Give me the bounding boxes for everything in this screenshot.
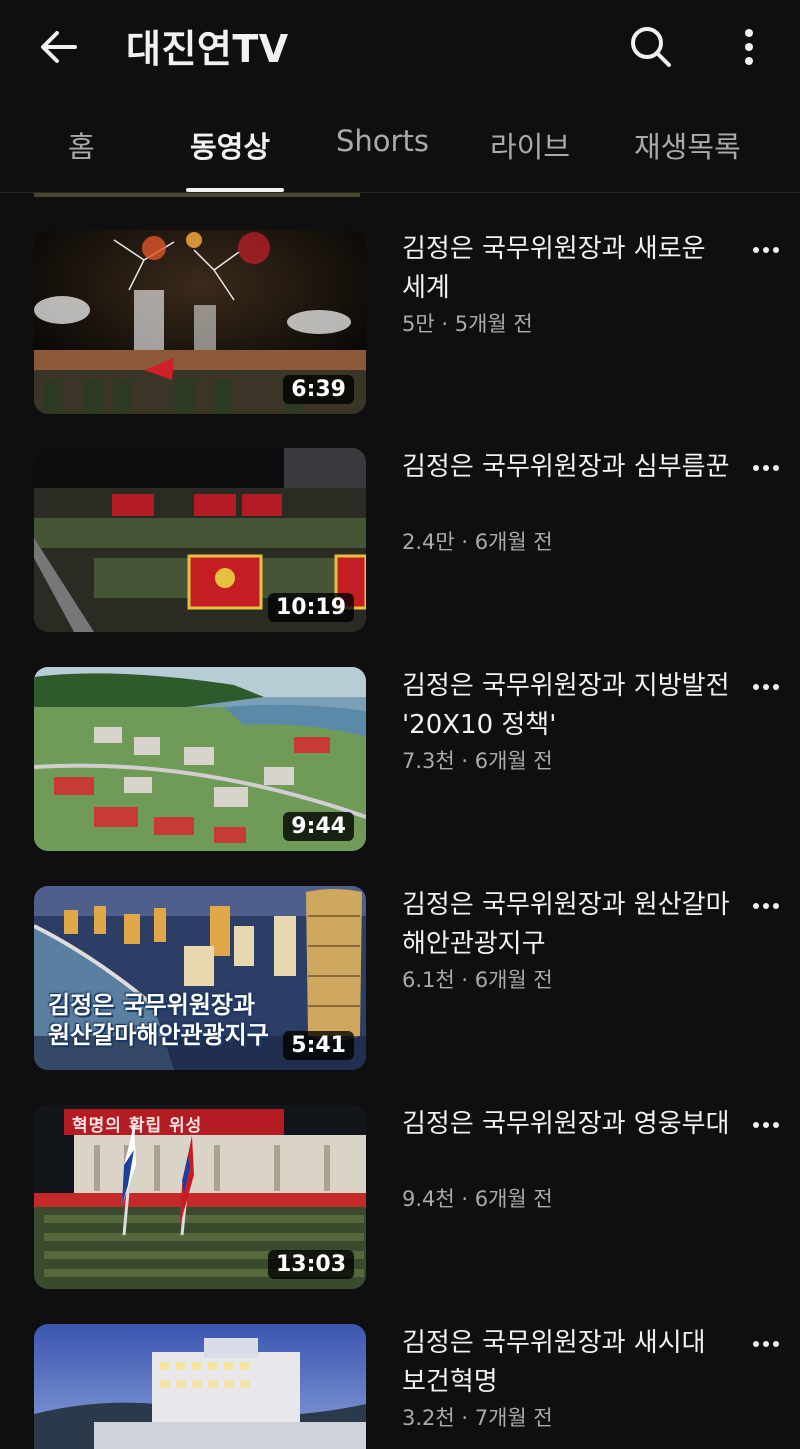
- video-meta: 9.4천 · 6개월 전: [402, 1187, 553, 1211]
- active-tab-indicator: [186, 188, 284, 192]
- search-icon: [631, 27, 671, 67]
- video-item[interactable]: 6:39 김정은 국무위원장과 새로운 세계 5만 · 5개월 전: [0, 230, 800, 420]
- video-title[interactable]: 김정은 국무위원장과 심부름꾼: [402, 448, 732, 487]
- video-duration: 13:03: [267, 1250, 354, 1279]
- more-options-button[interactable]: [726, 20, 772, 74]
- tab-home[interactable]: 홈: [68, 124, 95, 166]
- video-meta: 2.4만 · 6개월 전: [402, 530, 553, 554]
- video-title[interactable]: 김정은 국무위원장과 새로운 세계: [402, 230, 732, 308]
- video-item[interactable]: 김정은 국무위원장과 새시대 보건혁명 3.2천 · 7개월 전: [0, 1324, 800, 1449]
- tab-playlists[interactable]: 재생목록: [634, 124, 741, 166]
- channel-title: 대진연TV: [126, 27, 289, 71]
- video-more-button[interactable]: [748, 888, 784, 924]
- video-more-button[interactable]: [748, 1107, 784, 1143]
- video-duration: 5:41: [283, 1031, 354, 1060]
- tab-videos[interactable]: 동영상: [190, 124, 270, 166]
- video-more-button[interactable]: [748, 450, 784, 486]
- thumbnail-caption: 김정은 국무위원장과 원산갈마해안관광지구: [48, 991, 269, 1049]
- video-duration: 10:19: [267, 593, 354, 622]
- video-more-button[interactable]: [748, 1326, 784, 1362]
- video-thumbnail[interactable]: 10:19: [34, 448, 366, 632]
- more-horizontal-icon: [753, 247, 779, 253]
- video-meta: 3.2천 · 7개월 전: [402, 1406, 553, 1430]
- video-thumbnail[interactable]: [34, 1324, 366, 1449]
- back-button[interactable]: [34, 22, 84, 72]
- more-horizontal-icon: [753, 684, 779, 690]
- tab-live[interactable]: 라이브: [490, 124, 570, 166]
- video-meta: 7.3천 · 6개월 전: [402, 749, 553, 773]
- video-title[interactable]: 김정은 국무위원장과 영웅부대: [402, 1105, 732, 1144]
- more-vertical-icon: [745, 29, 753, 65]
- video-title[interactable]: 김정은 국무위원장과 지방발전 '20X10 정책': [402, 667, 732, 745]
- tab-shorts[interactable]: Shorts: [336, 124, 429, 158]
- video-more-button[interactable]: [748, 232, 784, 268]
- more-horizontal-icon: [753, 1122, 779, 1128]
- search-button[interactable]: [624, 20, 678, 74]
- thumbnail-banner: 혁명의 확립 위성: [72, 1116, 203, 1136]
- video-more-button[interactable]: [748, 669, 784, 705]
- video-title[interactable]: 김정은 국무위원장과 새시대 보건혁명: [402, 1324, 732, 1402]
- video-item[interactable]: 혁명의 확립 위성 13:03 김정은 국무위원장과 영웅부대 9.4천 · 6…: [0, 1105, 800, 1295]
- video-item[interactable]: 9:44 김정은 국무위원장과 지방발전 '20X10 정책' 7.3천 · 6…: [0, 667, 800, 857]
- video-duration: 6:39: [283, 375, 354, 404]
- video-thumbnail[interactable]: 김정은 국무위원장과 원산갈마해안관광지구 5:41: [34, 886, 366, 1070]
- more-horizontal-icon: [753, 903, 779, 909]
- video-thumbnail[interactable]: 9:44: [34, 667, 366, 851]
- video-thumbnail[interactable]: 혁명의 확립 위성 13:03: [34, 1105, 366, 1289]
- arrow-left-icon: [41, 31, 77, 63]
- channel-tabs: 홈 동영상 Shorts 라이브 재생목록: [0, 96, 800, 193]
- video-meta: 6.1천 · 6개월 전: [402, 968, 553, 992]
- app-bar: 대진연TV: [0, 0, 800, 96]
- video-item[interactable]: 10:19 김정은 국무위원장과 심부름꾼 2.4만 · 6개월 전: [0, 448, 800, 638]
- video-title[interactable]: 김정은 국무위원장과 원산갈마해안관광지구: [402, 886, 732, 964]
- more-horizontal-icon: [753, 465, 779, 471]
- video-item[interactable]: 김정은 국무위원장과 원산갈마해안관광지구 5:41 김정은 국무위원장과 원산…: [0, 886, 800, 1076]
- video-thumbnail[interactable]: 6:39: [34, 230, 366, 414]
- video-meta: 5만 · 5개월 전: [402, 312, 533, 336]
- more-horizontal-icon: [753, 1341, 779, 1347]
- video-duration: 9:44: [283, 812, 354, 841]
- previous-thumbnail-edge: [34, 193, 360, 197]
